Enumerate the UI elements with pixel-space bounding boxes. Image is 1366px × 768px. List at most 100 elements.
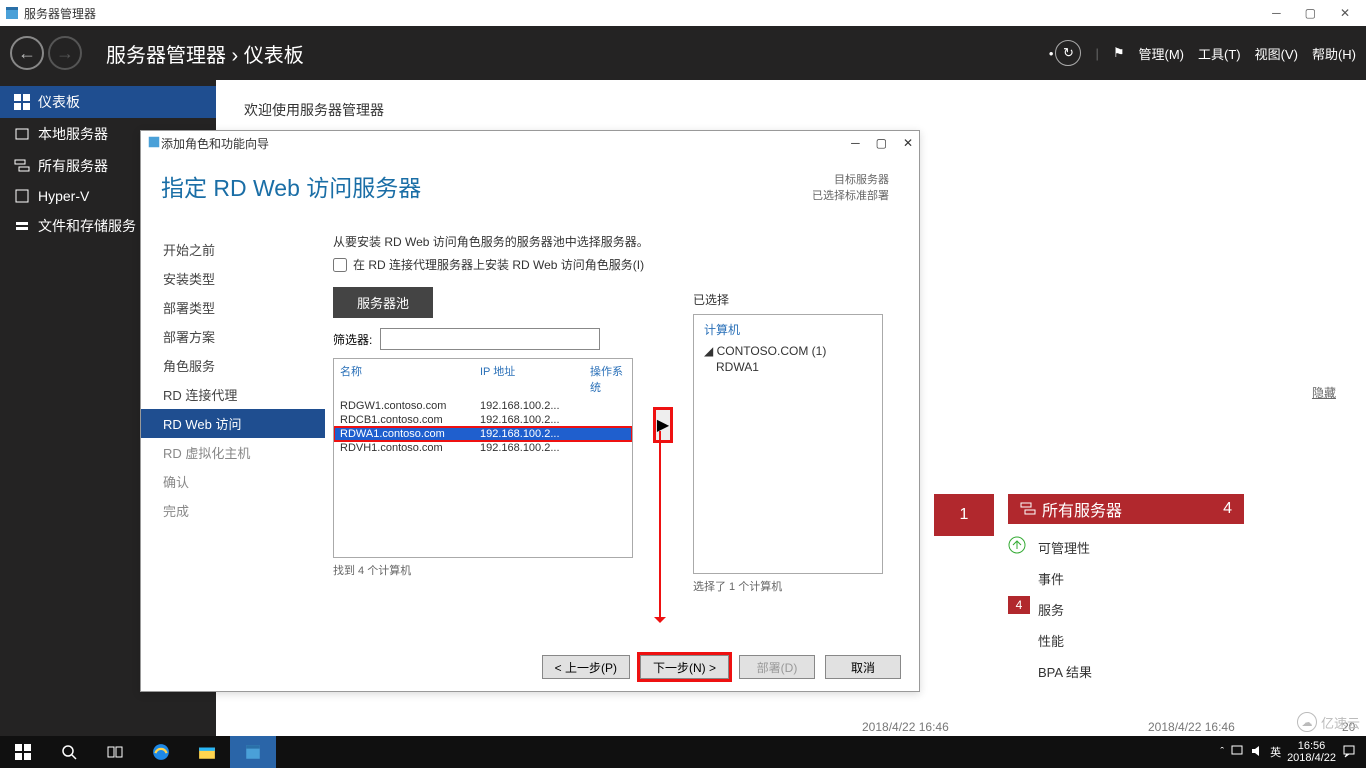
watermark: ☁ 亿速云	[1297, 712, 1360, 732]
server-manager-task[interactable]	[230, 736, 276, 768]
app-title: 服务器管理器	[24, 5, 96, 22]
tile-left-count: 1	[934, 494, 994, 536]
all-servers-tile-body: 可管理性 事件 4服务 性能 BPA 结果	[1008, 532, 1248, 687]
tile-row-services[interactable]: 4服务	[1008, 594, 1248, 625]
nav-label: 本地服务器	[38, 124, 108, 144]
taskbar: ˆ 英 16:56 2018/4/22	[0, 736, 1366, 768]
install-on-broker-checkbox[interactable]	[333, 258, 347, 272]
tile-row-events[interactable]: 事件	[1008, 563, 1248, 594]
ie-button[interactable]	[138, 736, 184, 768]
app-icon	[4, 5, 20, 21]
nav-label: 文件和存储服务	[38, 216, 136, 236]
menu-help[interactable]: 帮助(H)	[1312, 44, 1356, 63]
services-badge: 4	[1008, 596, 1030, 614]
tile-row-manageability[interactable]: 可管理性	[1008, 532, 1248, 563]
window-titlebar: 服务器管理器 ─ ▢ ✕	[0, 0, 1366, 26]
wizard-titlebar: 添加角色和功能向导 ─ ▢ ✕	[141, 131, 919, 155]
tile-row-performance[interactable]: 性能	[1008, 625, 1248, 656]
step-confirm[interactable]: 确认	[163, 467, 325, 496]
close-button[interactable]: ✕	[1340, 6, 1350, 20]
tray-up-icon[interactable]: ˆ	[1220, 746, 1224, 758]
nav-label: 所有服务器	[38, 156, 108, 176]
found-count: 找到 4 个计算机	[333, 562, 633, 578]
app-header: ← → 服务器管理器 › 仪表板 • ↻ | ⚑ 管理(M) 工具(T) 视图(…	[0, 26, 1366, 80]
all-servers-tile-header[interactable]: 所有服务器 4	[1008, 494, 1244, 524]
clock[interactable]: 16:56 2018/4/22	[1287, 740, 1336, 764]
step-rd-web[interactable]: RD Web 访问	[141, 409, 325, 438]
destination-label: 目标服务器	[812, 171, 889, 187]
wizard-close-button[interactable]: ✕	[903, 136, 913, 150]
step-deploy-scenario[interactable]: 部署方案	[163, 322, 325, 351]
refresh-dropdown[interactable]: • ↻	[1049, 40, 1082, 66]
step-rd-broker[interactable]: RD 连接代理	[163, 380, 325, 409]
flag-icon[interactable]: ⚑	[1113, 45, 1125, 61]
servers-icon	[1020, 501, 1036, 517]
annotation-arrow	[659, 431, 661, 621]
filter-input[interactable]	[380, 328, 600, 350]
filter-label: 筛选器:	[333, 331, 372, 348]
selected-node[interactable]: RDWA1	[704, 360, 872, 374]
step-install-type[interactable]: 安装类型	[163, 264, 325, 293]
selected-label: 已选择	[693, 291, 883, 308]
hide-link[interactable]: 隐藏	[1312, 384, 1336, 401]
selected-count: 选择了 1 个计算机	[693, 578, 883, 594]
timestamp-right: 2018/4/22 16:46	[1148, 720, 1235, 734]
minimize-button[interactable]: ─	[1272, 6, 1281, 20]
step-rd-virt-host[interactable]: RD 虚拟化主机	[163, 438, 325, 467]
destination-value: 已选择标准部署	[812, 187, 889, 203]
step-before-begin[interactable]: 开始之前	[163, 235, 325, 264]
col-os[interactable]: 操作系统	[590, 363, 626, 395]
table-row[interactable]: RDGW1.contoso.com192.168.100.2...	[334, 399, 632, 413]
wizard-minimize-button[interactable]: ─	[851, 136, 860, 150]
server-pool-grid: 名称 IP 地址 操作系统 RDGW1.contoso.com192.168.1…	[333, 358, 633, 558]
explorer-button[interactable]	[184, 736, 230, 768]
network-icon[interactable]	[1230, 744, 1244, 761]
add-roles-wizard: 添加角色和功能向导 ─ ▢ ✕ 指定 RD Web 访问服务器 目标服务器 已选…	[140, 130, 920, 692]
wizard-title-text: 添加角色和功能向导	[161, 135, 269, 152]
nav-label: Hyper-V	[38, 188, 89, 204]
sound-icon[interactable]	[1250, 744, 1264, 761]
prev-button[interactable]: < 上一步(P)	[542, 655, 630, 679]
table-row[interactable]: RDCB1.contoso.com192.168.100.2...	[334, 413, 632, 427]
timestamp-left: 2018/4/22 16:46	[862, 720, 949, 734]
tile-count: 4	[1223, 500, 1232, 518]
selected-list: 计算机 ◢ CONTOSO.COM (1) RDWA1	[693, 314, 883, 574]
cloud-icon: ☁	[1297, 712, 1317, 732]
server-pool-tab[interactable]: 服务器池	[333, 287, 433, 318]
circle-arrow-icon	[1008, 536, 1026, 554]
wizard-steps: 开始之前 安装类型 部署类型 部署方案 角色服务 RD 连接代理 RD Web …	[141, 215, 325, 665]
search-button[interactable]	[46, 736, 92, 768]
menu-view[interactable]: 视图(V)	[1255, 44, 1298, 63]
wizard-maximize-button[interactable]: ▢	[876, 136, 887, 150]
step-complete: 完成	[163, 496, 325, 525]
breadcrumb: 服务器管理器 › 仪表板	[106, 39, 304, 68]
step-deploy-type[interactable]: 部署类型	[163, 293, 325, 322]
wizard-page-title: 指定 RD Web 访问服务器	[161, 169, 421, 203]
cancel-button[interactable]: 取消	[825, 655, 901, 679]
add-server-button[interactable]: ▶	[653, 407, 673, 443]
menu-manage[interactable]: 管理(M)	[1139, 44, 1185, 63]
nav-dashboard[interactable]: 仪表板	[0, 86, 216, 118]
maximize-button[interactable]: ▢	[1305, 6, 1316, 20]
task-view-button[interactable]	[92, 736, 138, 768]
nav-label: 仪表板	[38, 92, 80, 112]
selected-header: 计算机	[704, 321, 872, 338]
table-row[interactable]: RDVH1.contoso.com192.168.100.2...	[334, 441, 632, 455]
forward-button[interactable]: →	[48, 36, 82, 70]
col-name[interactable]: 名称	[340, 363, 480, 395]
deploy-button: 部署(D)	[739, 655, 815, 679]
welcome-heading: 欢迎使用服务器管理器	[244, 100, 1338, 120]
wizard-instruction: 从要安装 RD Web 访问角色服务的服务器池中选择服务器。	[333, 233, 899, 250]
action-center-icon[interactable]	[1342, 744, 1356, 761]
start-button[interactable]	[0, 736, 46, 768]
ime-indicator[interactable]: 英	[1270, 744, 1281, 760]
next-button[interactable]: 下一步(N) >	[640, 655, 729, 679]
selected-domain[interactable]: ◢ CONTOSO.COM (1)	[704, 344, 872, 358]
back-button[interactable]: ←	[10, 36, 44, 70]
col-ip[interactable]: IP 地址	[480, 363, 590, 395]
wizard-icon	[147, 135, 161, 152]
tile-row-bpa[interactable]: BPA 结果	[1008, 656, 1248, 687]
table-row-selected[interactable]: RDWA1.contoso.com192.168.100.2...	[334, 427, 632, 441]
menu-tools[interactable]: 工具(T)	[1198, 44, 1241, 63]
step-role-services[interactable]: 角色服务	[163, 351, 325, 380]
